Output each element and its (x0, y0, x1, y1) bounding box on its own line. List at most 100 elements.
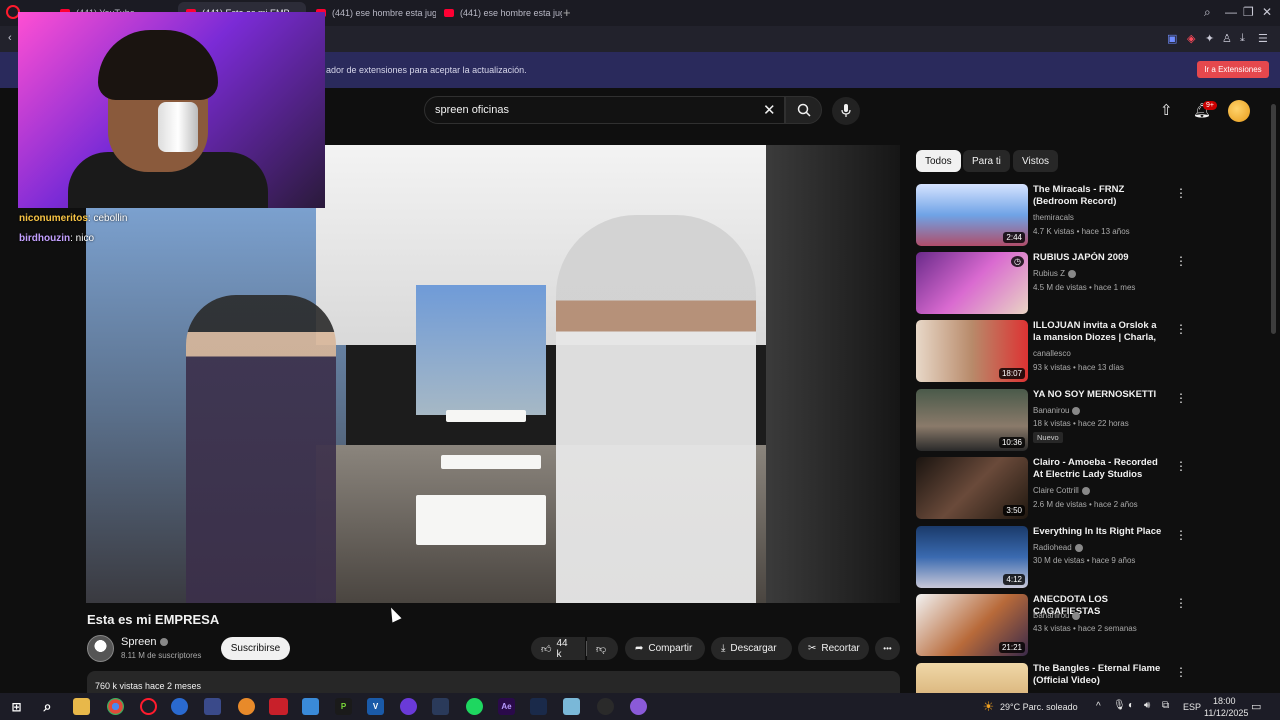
download-icon[interactable]: ⤓ (1240, 32, 1245, 45)
volume-icon[interactable]: 🔊︎ (1144, 700, 1150, 711)
channel-avatar[interactable] (87, 635, 114, 662)
clock-time[interactable]: 18:00 (1213, 696, 1236, 706)
recommendation-item[interactable]: 3:50 Clairo - Amoeba - Recorded At Elect… (916, 457, 1187, 519)
app-icon[interactable] (597, 698, 614, 715)
visual-studio-icon[interactable]: V (367, 698, 384, 715)
menu-icon[interactable]: ☰ (1258, 32, 1268, 45)
more-options-icon[interactable]: ⋮ (1175, 528, 1187, 542)
verified-icon (1072, 611, 1081, 620)
recommendation-item[interactable]: 10:36 YA NO SOY MERNOSKETTI Bananirou 18… (916, 389, 1187, 451)
app-icon[interactable] (432, 698, 449, 715)
video-thumbnail[interactable]: ◷ (916, 252, 1028, 314)
more-options-icon[interactable]: ⋮ (1175, 391, 1187, 405)
clock-date[interactable]: 11/12/2025 (1204, 708, 1248, 718)
filter-chip-watched[interactable]: Vistos (1013, 150, 1059, 172)
new-badge: Nuevo (1033, 432, 1063, 443)
page-scrollbar[interactable] (1271, 104, 1276, 334)
after-effects-icon[interactable]: Ae (498, 698, 515, 715)
recommendation-item[interactable]: The Bangles - Eternal Flame (Official Vi… (916, 663, 1186, 693)
download-button[interactable]: ⤓ Descargar (711, 637, 792, 660)
app-icon[interactable] (400, 698, 417, 715)
description-box[interactable] (87, 671, 900, 693)
windows-start-icon[interactable]: ⊞ (8, 698, 25, 715)
weather-text[interactable]: 29°C Parc. soleado (1000, 702, 1078, 712)
more-options-icon[interactable]: ⋮ (1175, 596, 1187, 610)
recommendation-item[interactable]: 18:07 ILLOJUAN invita a Orslok a la mans… (916, 320, 1187, 382)
app-icon[interactable] (238, 698, 255, 715)
pycharm-icon[interactable]: P (335, 698, 352, 715)
like-button[interactable]: 👍︎ 44 k (531, 637, 585, 660)
weather-icon[interactable]: ☀ (980, 698, 997, 715)
search-tabs-icon[interactable]: ⌕ (1204, 5, 1211, 20)
subscribe-button[interactable]: Suscribirse (221, 637, 290, 660)
puzzle-icon[interactable]: ✦ (1205, 32, 1214, 45)
watch-later-icon[interactable]: ◷ (1011, 256, 1024, 267)
video-thumbnail[interactable] (916, 663, 1028, 693)
more-options-icon[interactable]: ⋮ (1175, 459, 1187, 473)
thumbs-down-icon: 👎︎ (596, 643, 607, 655)
channel-name[interactable]: Spreen (121, 636, 169, 648)
steam-icon[interactable] (530, 698, 547, 715)
tray-chevron-icon[interactable]: ^ (1096, 701, 1101, 712)
voice-search-button[interactable] (832, 97, 860, 125)
search-button[interactable] (785, 96, 822, 124)
search-icon[interactable]: ⌕ (39, 698, 56, 715)
recommendation-item[interactable]: 4:12 Everything In Its Right Place Radio… (916, 526, 1187, 588)
video-frame-window-center (416, 285, 546, 415)
video-thumbnail[interactable]: 18:07 (916, 320, 1028, 382)
opera-icon[interactable] (140, 698, 157, 715)
maximize-icon[interactable]: ❐ (1243, 5, 1254, 19)
video-thumbnail[interactable]: 10:36 (916, 389, 1028, 451)
video-thumbnail[interactable]: 3:50 (916, 457, 1028, 519)
more-actions-button[interactable]: ••• (875, 637, 900, 660)
clear-search-icon[interactable]: ✕ (763, 101, 776, 119)
profile-icon[interactable]: ♙ (1222, 32, 1232, 45)
more-options-icon[interactable]: ⋮ (1175, 665, 1186, 679)
filter-chip-for-you[interactable]: Para ti (963, 150, 1010, 172)
spotify-icon[interactable] (466, 698, 483, 715)
go-to-extensions-button[interactable]: Ir a Extensiones (1197, 61, 1269, 78)
mic-tray-icon[interactable]: 🎙︎ (1113, 700, 1126, 711)
tray-icon[interactable]: ◐ (1128, 700, 1134, 711)
dislike-button[interactable]: 👎︎ (587, 637, 618, 660)
more-options-icon[interactable]: ⋮ (1175, 322, 1187, 336)
verified-icon (1081, 486, 1090, 495)
extension-icon[interactable]: ◈ (1187, 32, 1195, 45)
video-thumbnail[interactable]: 4:12 (916, 526, 1028, 588)
filter-chip-all[interactable]: Todos (916, 150, 961, 172)
clip-button[interactable]: ✂ Recortar (798, 637, 869, 660)
more-options-icon[interactable]: ⋮ (1175, 254, 1187, 268)
share-button[interactable]: ➦ Compartir (625, 637, 705, 660)
translate-icon[interactable]: ▣ (1167, 32, 1177, 45)
edge-icon[interactable] (171, 698, 188, 715)
minimize-icon[interactable]: — (1225, 5, 1237, 19)
chat-message: niconumeritos: cebollin (19, 213, 128, 224)
app-icon[interactable] (630, 698, 647, 715)
language-indicator[interactable]: ESP (1183, 702, 1201, 712)
video-thumbnail[interactable]: 21:21 (916, 594, 1028, 656)
notifications-icon[interactable]: ▭ (1251, 700, 1261, 713)
video-thumbnail[interactable]: 2:44 (916, 184, 1028, 246)
recommendation-item[interactable]: 21:21 ANECDOTA LOS CAGAFIESTAS Bananirou… (916, 594, 1187, 656)
upload-icon[interactable]: ⇧ (1160, 101, 1173, 119)
new-tab-button[interactable]: + (563, 5, 571, 20)
network-icon[interactable]: ⧉ (1162, 700, 1169, 711)
user-avatar[interactable] (1228, 100, 1250, 122)
file-explorer-icon[interactable] (73, 698, 90, 715)
recommendation-item[interactable]: 2:44 The Miracals - FRNZ (Bedroom Record… (916, 184, 1187, 246)
app-icon[interactable] (563, 698, 580, 715)
app-icon[interactable] (269, 698, 288, 715)
more-options-icon[interactable]: ⋮ (1175, 186, 1187, 200)
app-icon[interactable] (204, 698, 221, 715)
app-icon[interactable] (302, 698, 319, 715)
back-icon[interactable]: ‹ (8, 32, 12, 44)
streamer-webcam (18, 12, 325, 208)
video-frame-table (446, 410, 526, 422)
video-player[interactable] (86, 145, 900, 603)
browser-tab[interactable]: (441) ese hombre esta jug (436, 2, 562, 24)
mouse-cursor-icon (386, 605, 402, 623)
recommendation-item[interactable]: ◷ RUBIUS JAPÓN 2009 Rubius Z 4.5 M de vi… (916, 252, 1187, 314)
browser-tab[interactable]: (441) ese hombre esta jug (308, 2, 436, 24)
chrome-icon[interactable] (107, 698, 124, 715)
close-window-icon[interactable]: ✕ (1262, 5, 1272, 19)
